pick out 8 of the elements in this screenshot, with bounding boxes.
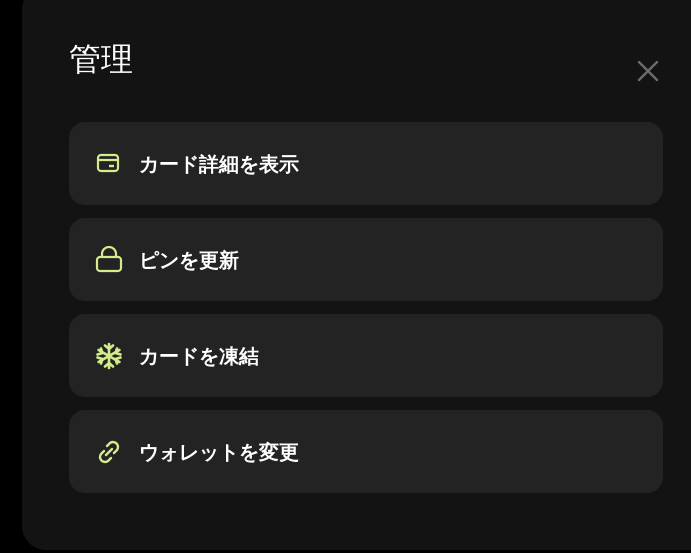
menu-option[interactable]: ピンを更新	[69, 218, 663, 301]
snowflake-icon	[95, 342, 123, 370]
dialog-title: 管理	[69, 40, 133, 78]
menu-option[interactable]: カードを凍結	[69, 314, 663, 397]
menu-option[interactable]: カード詳細を表示	[69, 122, 663, 205]
menu-option[interactable]: ウォレットを変更	[69, 410, 663, 493]
lock-icon	[95, 246, 123, 274]
close-icon	[637, 60, 659, 82]
